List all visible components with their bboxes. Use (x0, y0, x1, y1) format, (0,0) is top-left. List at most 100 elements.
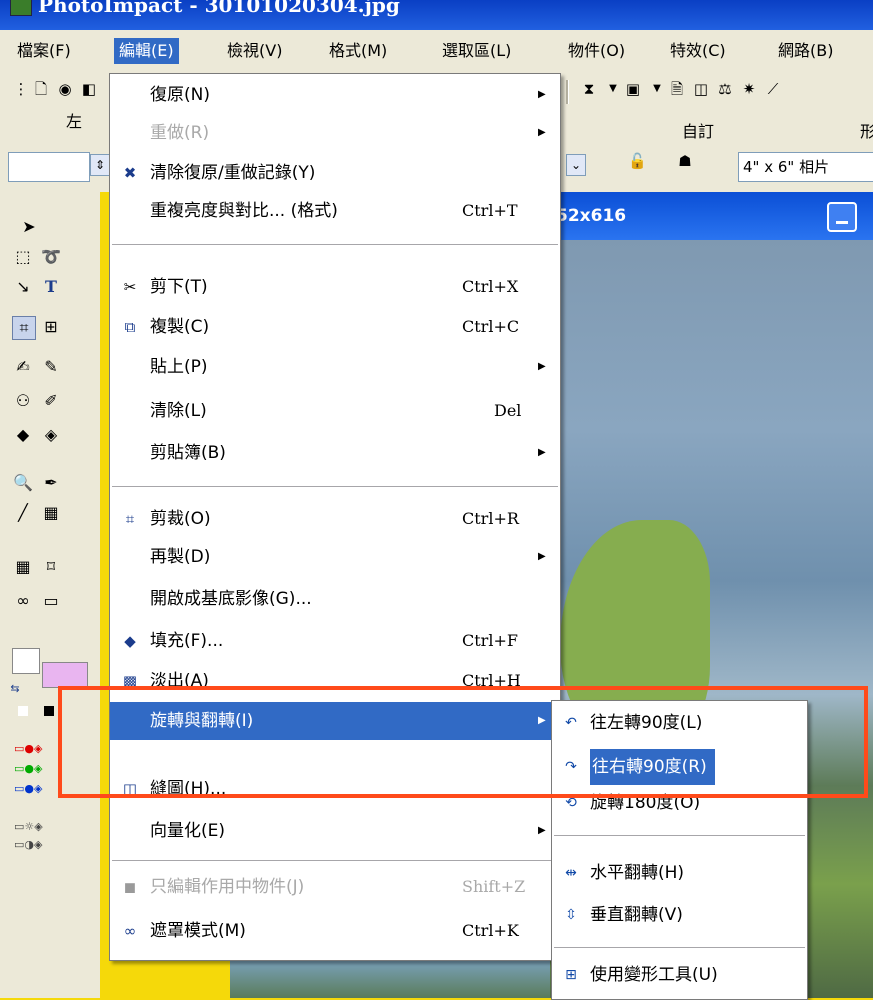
toolbox-panel: ➤ ⬚ ➰ ↘ T ⌗ ⊞ ✍ ✎ ⚇ ✐ ◆ ◈ 🔍 ✒ ╱ ▦ ▦ ⌑ ∞ … (0, 192, 100, 998)
menu-format[interactable]: 格式(M) (324, 38, 392, 64)
menu-edit[interactable]: 編輯(E) (114, 38, 179, 64)
menu-item-paste[interactable]: 貼上(P) ▶ (110, 348, 560, 386)
submenu-item-flip-horizontal[interactable]: ⇹ 水平翻轉(H) (552, 855, 805, 891)
menu-item-repeat-brightness[interactable]: 重複亮度與對比... (格式) Ctrl+T (110, 192, 560, 230)
label-custom: 自訂 (682, 122, 715, 141)
combo-dropdown-icon[interactable]: ⌄ (566, 154, 586, 176)
ruler-icon[interactable]: ▭ (40, 590, 62, 612)
label-left: 左 (66, 112, 83, 131)
foreground-color-swatch[interactable] (12, 648, 40, 674)
black-swatch[interactable] (44, 706, 54, 716)
eraser-icon[interactable]: ◆ (12, 424, 34, 446)
menu-item-clipboard[interactable]: 剪貼簿(B) ▶ (110, 434, 560, 472)
retouch-icon[interactable]: ✐ (40, 390, 62, 412)
menu-effect[interactable]: 特效(C) (665, 38, 731, 64)
submenu-item-transform-tool[interactable]: ⊞ 使用變形工具(U) (552, 957, 805, 993)
image-frame-icon[interactable]: ◫ (692, 80, 710, 98)
submenu-arrow-icon: ▶ (538, 825, 546, 836)
camera-icon[interactable]: ▣ (624, 80, 642, 98)
blue-channel-icon[interactable]: ▭●◈ (14, 782, 54, 796)
menu-item-vectorize[interactable]: 向量化(E) ▶ (110, 812, 560, 850)
swap-colors-icon[interactable]: ⇆ (4, 678, 26, 700)
mask-icon: ∞ (123, 922, 137, 940)
brightness-channel-icon[interactable]: ▭☼◈ (14, 820, 54, 834)
menu-item-fill[interactable]: ◆ 填充(F)... Ctrl+F (110, 622, 560, 660)
lock-icon[interactable]: 🔓 (628, 152, 647, 170)
submenu-item-label: 使用變形工具(U) (590, 965, 718, 985)
menu-item-mask-mode[interactable]: ∞ 遮罩模式(M) Ctrl+K (110, 912, 560, 950)
menu-item-clear-history[interactable]: ✖ 清除復原/重做記錄(Y) (110, 154, 560, 192)
left-value-field[interactable] (8, 152, 90, 182)
text-tool-icon[interactable]: T (40, 276, 62, 298)
dropdown-arrow-icon[interactable]: ▼ (604, 80, 622, 98)
menu-item-shortcut: Ctrl+T (462, 201, 518, 220)
scanner-icon[interactable]: 🗎 (668, 80, 686, 98)
menu-item-undo[interactable]: 復原(N) ▶ (110, 76, 560, 114)
dropdown-arrow-icon-2[interactable]: ▼ (648, 80, 666, 98)
background-color-swatch[interactable] (42, 662, 88, 688)
menu-item-crop[interactable]: ⌗ 剪裁(O) Ctrl+R (110, 500, 560, 538)
menu-web[interactable]: 網路(B) (773, 38, 838, 64)
new-file-icon[interactable]: 🗋 (32, 80, 50, 98)
pen-icon[interactable]: ╱ (12, 502, 34, 524)
lasso-icon[interactable]: ➰ (40, 246, 62, 268)
menu-item-label: 填充(F)... (150, 631, 224, 651)
hourglass-icon[interactable]: ⧗ (580, 80, 598, 98)
menu-item-redo[interactable]: 重做(R) ▶ (110, 114, 560, 152)
menu-item-shortcut: Ctrl+F (462, 631, 518, 650)
paint-icon[interactable]: ✍ (12, 356, 34, 378)
scissors-icon: ✂ (123, 278, 137, 296)
pick-arrow-icon[interactable]: ➤ (18, 216, 40, 238)
portrait-icon[interactable]: ☗ (676, 152, 694, 170)
mask-mode-icon[interactable]: ∞ (12, 590, 34, 612)
folder-icon[interactable]: ◧ (80, 80, 98, 98)
zoom-icon[interactable]: 🔍 (12, 472, 34, 494)
contrast-channel-icon[interactable]: ▭◑◈ (14, 838, 54, 852)
open-icon[interactable]: ◉ (56, 80, 74, 98)
menu-view[interactable]: 檢視(V) (222, 38, 287, 64)
effect-star-icon[interactable]: ✷ (740, 80, 758, 98)
menu-item-duplicate[interactable]: 再製(D) ▶ (110, 538, 560, 576)
transform-icon[interactable]: ⊞ (40, 316, 62, 338)
crop-tool-icon[interactable]: ⌗ (12, 316, 36, 340)
clone-stamp-icon[interactable]: ⚇ (12, 390, 34, 412)
menu-item-shortcut: Ctrl+X (462, 277, 519, 296)
menu-item-copy[interactable]: ⧉ 複製(C) Ctrl+C (110, 308, 560, 346)
menu-item-edit-active-object[interactable]: ◼ 只編輯作用中物件(J) Shift+Z (110, 868, 560, 906)
submenu-item-label: 水平翻轉(H) (590, 863, 685, 883)
image-edit-icon[interactable]: ▦ (40, 502, 62, 524)
menu-item-label: 重做(R) (150, 123, 210, 143)
annotation-highlight-box (58, 686, 868, 798)
red-channel-icon[interactable]: ▭●◈ (14, 742, 54, 756)
spin-up-down-icon[interactable]: ⇕ (90, 154, 110, 176)
menu-item-cut[interactable]: ✂ 剪下(T) Ctrl+X (110, 268, 560, 306)
menu-object[interactable]: 物件(O) (563, 38, 630, 64)
menu-selection[interactable]: 選取區(L) (437, 38, 516, 64)
fill-bucket-icon[interactable]: ◈ (40, 424, 62, 446)
edge-icon[interactable]: ⟋ (764, 80, 782, 98)
green-channel-icon[interactable]: ▭●◈ (14, 762, 54, 776)
flip-horizontal-icon: ⇹ (565, 865, 577, 881)
submenu-item-label: 垂直翻轉(V) (590, 905, 683, 925)
eyedropper-icon[interactable]: ✒ (40, 472, 62, 494)
minimize-button[interactable] (827, 202, 857, 232)
brush-icon[interactable]: ✎ (40, 356, 62, 378)
photo-size-select[interactable]: 4" x 6" 相片 (738, 152, 873, 182)
menu-item-shortcut: Shift+Z (462, 877, 526, 896)
grid-icon[interactable]: ▦ (12, 556, 34, 578)
line-path-icon[interactable]: ↘ (12, 276, 34, 298)
scale-icon[interactable]: ⚖ (716, 80, 734, 98)
menu-item-open-as-base[interactable]: 開啟成基底影像(G)... (110, 580, 560, 618)
frame-icon[interactable]: ⌑ (40, 556, 62, 578)
toolbar-separator (566, 80, 569, 104)
submenu-item-flip-vertical[interactable]: ⇳ 垂直翻轉(V) (552, 897, 805, 933)
clear-history-icon: ✖ (123, 164, 137, 182)
marquee-icon[interactable]: ⬚ (12, 246, 34, 268)
document-title-bar: 52x616 (540, 192, 873, 240)
menu-file[interactable]: 檔案(F) (12, 38, 76, 64)
menu-item-delete[interactable]: 清除(L) Del (110, 392, 560, 430)
menu-item-label: 向量化(E) (150, 821, 226, 841)
submenu-arrow-icon: ▶ (538, 89, 546, 100)
photo-canvas-lower[interactable] (230, 956, 550, 998)
white-swatch[interactable] (18, 706, 28, 716)
